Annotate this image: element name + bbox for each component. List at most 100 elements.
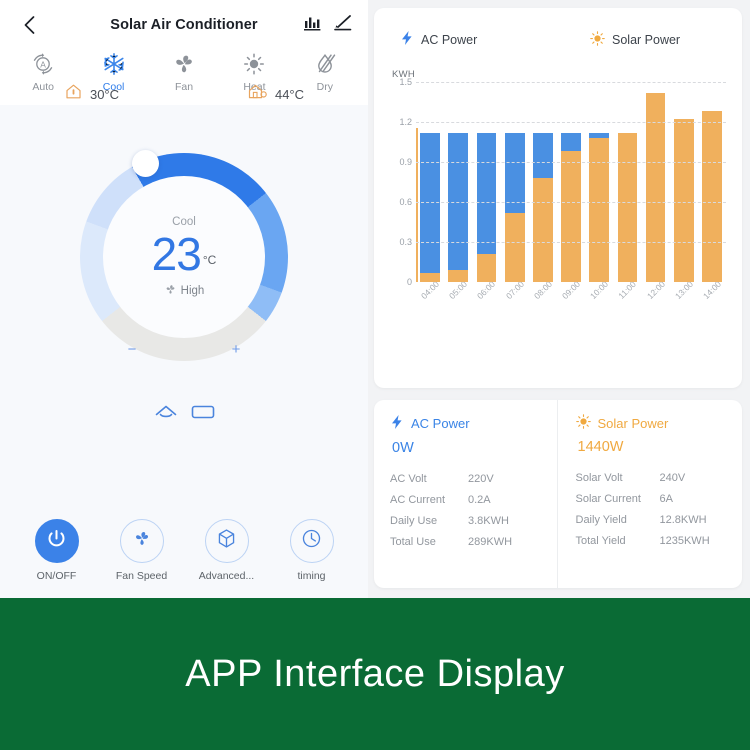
pencil-icon[interactable] bbox=[334, 14, 352, 36]
chart-x-tick: 08:00 bbox=[531, 278, 554, 302]
stat-row: AC Current 0.2A bbox=[390, 494, 547, 506]
fan-icon bbox=[164, 283, 177, 299]
power-stats-card: AC Power 0W AC Volt 220V AC Current 0.2A Dai… bbox=[374, 400, 742, 588]
ac-power-value: 0W bbox=[392, 440, 414, 456]
droplet-slash-icon bbox=[312, 51, 338, 76]
chart-x-axis: 04:00 05:00 06:00 07:00 08:00 09:00 10:00 11:00… bbox=[416, 278, 726, 318]
dial-temperature-value: 23 bbox=[151, 227, 202, 280]
outdoor-temperature-value: 44°C bbox=[274, 86, 305, 102]
chart-bar-segment-ac bbox=[504, 132, 525, 213]
lightning-icon bbox=[400, 30, 414, 49]
chart-x-tick: 10:00 bbox=[588, 278, 611, 302]
back-button[interactable] bbox=[16, 12, 42, 38]
chart-bar-column[interactable] bbox=[670, 82, 698, 282]
remote-screen-icon[interactable] bbox=[191, 403, 215, 426]
chart-bar bbox=[617, 132, 638, 282]
stat-row: Solar Current 6A bbox=[576, 493, 733, 505]
chart-bar-column[interactable] bbox=[613, 82, 641, 282]
chart-legend: AC Power Solar Power bbox=[386, 22, 730, 49]
ac-power-panel: AC Power 0W AC Volt 220V AC Current 0.2A Dai… bbox=[374, 400, 557, 588]
chart-x-tick: 11:00 bbox=[616, 279, 639, 301]
chart-bar-segment-solar bbox=[589, 138, 610, 282]
stat-row: Solar Volt 240V bbox=[576, 472, 733, 484]
temperature-decrease-button[interactable]: − bbox=[80, 341, 184, 358]
advanced-button-label: Advanced... bbox=[198, 570, 255, 582]
temperature-increase-button[interactable]: + bbox=[184, 341, 288, 358]
legend-label: AC Power bbox=[421, 32, 478, 47]
fan-speed-button[interactable]: Fan Speed bbox=[99, 519, 184, 582]
chart-gridline bbox=[416, 202, 726, 203]
legend-item-ac-power[interactable]: AC Power bbox=[400, 30, 590, 49]
power-button[interactable]: ON/OFF bbox=[14, 519, 99, 582]
chart-bar-column[interactable] bbox=[501, 82, 529, 282]
dial-temperature-unit: °C bbox=[202, 252, 217, 267]
chart-bar-column[interactable] bbox=[416, 82, 444, 282]
thermostat-dial[interactable]: 30°C 44°C Cool 23 °C High − + bbox=[66, 84, 304, 361]
chart-x-tick: 12:00 bbox=[644, 278, 667, 302]
chart-bar bbox=[504, 132, 525, 282]
header-actions bbox=[304, 14, 352, 36]
house-thermometer-icon bbox=[65, 83, 82, 105]
chart-x-tick: 13:00 bbox=[672, 278, 695, 302]
stat-row-key: Total Use bbox=[390, 536, 436, 548]
solar-power-panel: Solar Power 1440W Solar Volt 240V Solar Cu… bbox=[556, 400, 743, 588]
stat-row-value: 3.8KWH bbox=[468, 515, 509, 527]
chart-bar-column[interactable] bbox=[529, 82, 557, 282]
stat-row: Daily Yield 12.8KWH bbox=[576, 514, 733, 526]
stat-row-value: 220V bbox=[468, 473, 494, 485]
stat-row: AC Volt 220V bbox=[390, 473, 547, 485]
chart-bar-segment-solar bbox=[504, 212, 525, 282]
stat-row-value: 6A bbox=[659, 493, 673, 505]
chart-gridline bbox=[416, 82, 726, 83]
chart-bar-column[interactable] bbox=[585, 82, 613, 282]
chart-y-axis-unit: KWH bbox=[392, 69, 416, 80]
house-outdoor-icon bbox=[248, 83, 267, 105]
timing-button-label: timing bbox=[297, 570, 326, 582]
timing-button-circle bbox=[289, 519, 334, 563]
chart-gridline bbox=[416, 242, 726, 243]
stat-row-key: Daily Use bbox=[390, 515, 438, 527]
chart-y-tick-label: 0.6 bbox=[399, 197, 412, 207]
chart-bar-segment-solar bbox=[532, 178, 553, 282]
sun-icon bbox=[241, 51, 267, 76]
app-header: Solar Air Conditioner bbox=[0, 8, 368, 42]
timing-button[interactable]: timing bbox=[269, 519, 354, 582]
stat-row: Daily Use 3.8KWH bbox=[390, 515, 547, 527]
chart-bar bbox=[420, 132, 440, 282]
chart-y-tick-label: 0.9 bbox=[399, 157, 412, 167]
stat-row: Total Use 289KWH bbox=[390, 536, 547, 548]
chart-bar bbox=[561, 132, 581, 282]
snowflake-icon bbox=[101, 51, 127, 76]
stat-row-key: Daily Yield bbox=[575, 514, 627, 526]
energy-panel: AC Power Solar Power KWH 04:00 05:00 06:… bbox=[368, 0, 750, 598]
chart-bar-column[interactable] bbox=[557, 82, 585, 282]
stat-row-value: 240V bbox=[659, 472, 686, 484]
advanced-button[interactable]: Advanced... bbox=[184, 519, 269, 582]
legend-item-solar-power[interactable]: Solar Power bbox=[590, 30, 680, 49]
chart-bar-column[interactable] bbox=[472, 82, 500, 282]
bar-chart-icon[interactable] bbox=[304, 15, 321, 36]
power-button-label: ON/OFF bbox=[36, 570, 77, 582]
dial-fan-label: High bbox=[180, 284, 205, 297]
chart-bar-segment-ac bbox=[561, 132, 581, 152]
chart-bar-column[interactable] bbox=[698, 82, 726, 282]
auto-mode-icon: A bbox=[30, 51, 56, 76]
power-icon bbox=[46, 528, 67, 554]
cloud-icon[interactable] bbox=[154, 403, 178, 426]
chart-bar bbox=[476, 132, 497, 282]
ac-power-rows: AC Volt 220V AC Current 0.2A Daily Use 3.8KWH… bbox=[390, 473, 547, 548]
chart-bar bbox=[673, 119, 694, 282]
chart-bar-column[interactable] bbox=[642, 82, 670, 282]
chart-bar-segment-solar bbox=[448, 270, 469, 282]
chart-x-tick: 04:00 bbox=[419, 278, 442, 302]
action-buttons: ON/OFF Fan Speed Advanced... timing bbox=[0, 519, 368, 582]
chart-x-tick: 06:00 bbox=[475, 278, 498, 302]
dial-knob[interactable] bbox=[132, 150, 159, 177]
chart-bar bbox=[532, 132, 553, 282]
power-chart-card: AC Power Solar Power KWH 04:00 05:00 06:… bbox=[374, 8, 742, 388]
fan-icon bbox=[132, 529, 152, 553]
chart-y-tick-label: 0.3 bbox=[399, 237, 412, 247]
solar-power-rows: Solar Volt 240V Solar Current 6A Daily Yield… bbox=[576, 472, 733, 547]
chart-bar-column[interactable] bbox=[444, 82, 472, 282]
power-button-circle bbox=[34, 519, 79, 563]
